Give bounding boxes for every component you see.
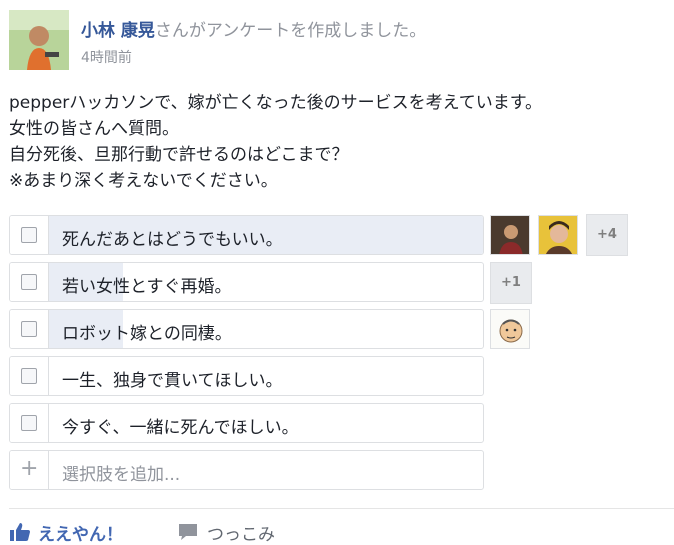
poll-checkbox-cell[interactable] — [10, 263, 49, 301]
more-voters-count[interactable]: +4 — [586, 214, 628, 256]
poll-checkbox-cell[interactable] — [10, 404, 49, 442]
poll-checkbox-cell[interactable] — [10, 357, 49, 395]
poll-checkbox[interactable] — [21, 321, 37, 337]
poll-checkbox[interactable] — [21, 368, 37, 384]
poll-checkbox[interactable] — [21, 415, 37, 431]
post-body-line: ※あまり深く考えないでください。 — [9, 171, 278, 191]
voter-avatar[interactable] — [490, 309, 530, 349]
more-voters-count[interactable]: +1 — [490, 262, 532, 304]
comment-label: つっこみ — [207, 525, 275, 545]
poll-checkbox[interactable] — [21, 227, 37, 243]
poll-option-label: 死んだあとはどうでもいい。 — [62, 230, 283, 250]
post-body-line: pepperハッカソンで、嫁が亡くなった後のサービスを考えています。 — [9, 93, 543, 113]
like-label: ええやん！ — [38, 525, 123, 545]
post-body: pepperハッカソンで、嫁が亡くなった後のサービスを考えています。 女性の皆さ… — [9, 90, 669, 194]
voter-avatar[interactable] — [538, 215, 578, 255]
footer-divider — [9, 508, 674, 509]
poll-option-label: ロボット嫁との同棲。 — [62, 324, 232, 344]
post-body-line: 自分死後、旦那行動で許せるのはどこまで？ — [9, 145, 349, 165]
post-action-text: さんがアンケートを作成しました。 — [154, 21, 427, 41]
thumbs-up-icon — [10, 523, 30, 541]
add-option-input[interactable]: 選択肢を追加... — [62, 460, 180, 485]
add-option-cell[interactable]: + — [10, 451, 49, 489]
poll-option-label: 今すぐ、一緒に死んでほしい。 — [62, 418, 299, 438]
poll-checkbox-cell[interactable] — [10, 216, 49, 254]
author-avatar[interactable] — [9, 10, 69, 70]
author-name[interactable]: 小林 康晃 — [81, 21, 155, 41]
poll-option[interactable]: 死んだあとはどうでもいい。 — [9, 215, 484, 255]
post-timestamp[interactable]: 4時間前 — [81, 47, 132, 67]
add-option-row[interactable]: + 選択肢を追加... — [9, 450, 484, 490]
poll-option[interactable]: 若い女性とすぐ再婚。 — [9, 262, 484, 302]
comment-icon — [179, 524, 197, 540]
poll-checkbox[interactable] — [21, 274, 37, 290]
post-header: 小林 康晃さんがアンケートを作成しました。 4時間前 — [9, 10, 669, 72]
poll-checkbox-cell[interactable] — [10, 310, 49, 348]
author-line: 小林 康晃さんがアンケートを作成しました。 — [81, 16, 426, 41]
voter-avatar[interactable] — [490, 215, 530, 255]
post-body-line: 女性の皆さんへ質問。 — [9, 119, 179, 139]
poll-option[interactable]: 一生、独身で貫いてほしい。 — [9, 356, 484, 396]
poll-option[interactable]: 今すぐ、一緒に死んでほしい。 — [9, 403, 484, 443]
plus-icon[interactable]: + — [20, 458, 38, 480]
poll-option-label: 若い女性とすぐ再婚。 — [62, 277, 232, 297]
poll-option-label: 一生、独身で貫いてほしい。 — [62, 371, 283, 391]
poll-option[interactable]: ロボット嫁との同棲。 — [9, 309, 484, 349]
